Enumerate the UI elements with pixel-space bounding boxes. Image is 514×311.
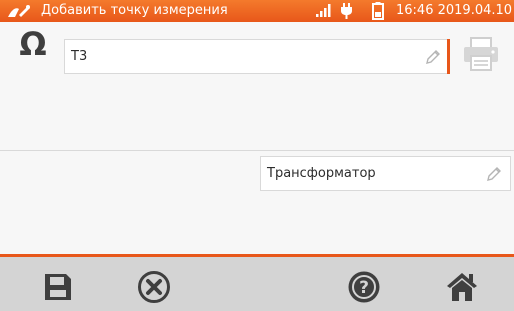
content-area: Ω T3 Трансформатор bbox=[0, 22, 514, 254]
plug-icon bbox=[341, 3, 352, 23]
save-button[interactable] bbox=[38, 267, 78, 307]
edit-device-pencil-icon[interactable] bbox=[486, 166, 502, 182]
bottom-toolbar: ? bbox=[0, 254, 514, 311]
status-bar: Добавить точку измерения 16:46 2019.04.1… bbox=[0, 0, 514, 22]
measurement-app-icon bbox=[6, 3, 32, 19]
cancel-icon bbox=[138, 271, 170, 303]
page-title: Добавить точку измерения bbox=[41, 3, 228, 18]
date: 2019.04.10 bbox=[437, 3, 513, 18]
time: 16:46 bbox=[396, 3, 434, 18]
signal-icon bbox=[316, 4, 332, 21]
svg-text:?: ? bbox=[359, 278, 369, 298]
edit-name-pencil-icon[interactable] bbox=[425, 49, 441, 65]
ohm-icon: Ω bbox=[19, 25, 47, 63]
home-icon bbox=[447, 273, 477, 301]
device-type-value: Трансформатор bbox=[267, 166, 376, 181]
measurement-point-name-value: T3 bbox=[71, 49, 88, 64]
print-button[interactable] bbox=[462, 36, 500, 72]
help-button[interactable]: ? bbox=[344, 267, 384, 307]
field-accent bbox=[447, 39, 450, 74]
printer-icon bbox=[464, 37, 498, 71]
divider bbox=[0, 150, 514, 151]
help-icon: ? bbox=[348, 271, 380, 303]
clock: 16:46 2019.04.10 bbox=[396, 3, 512, 19]
cancel-button[interactable] bbox=[134, 267, 174, 307]
home-button[interactable] bbox=[442, 267, 482, 307]
measurement-point-name-field[interactable]: T3 bbox=[64, 39, 450, 74]
device-type-field[interactable]: Трансформатор bbox=[260, 156, 511, 191]
save-icon bbox=[45, 274, 71, 300]
battery-icon bbox=[372, 2, 384, 24]
